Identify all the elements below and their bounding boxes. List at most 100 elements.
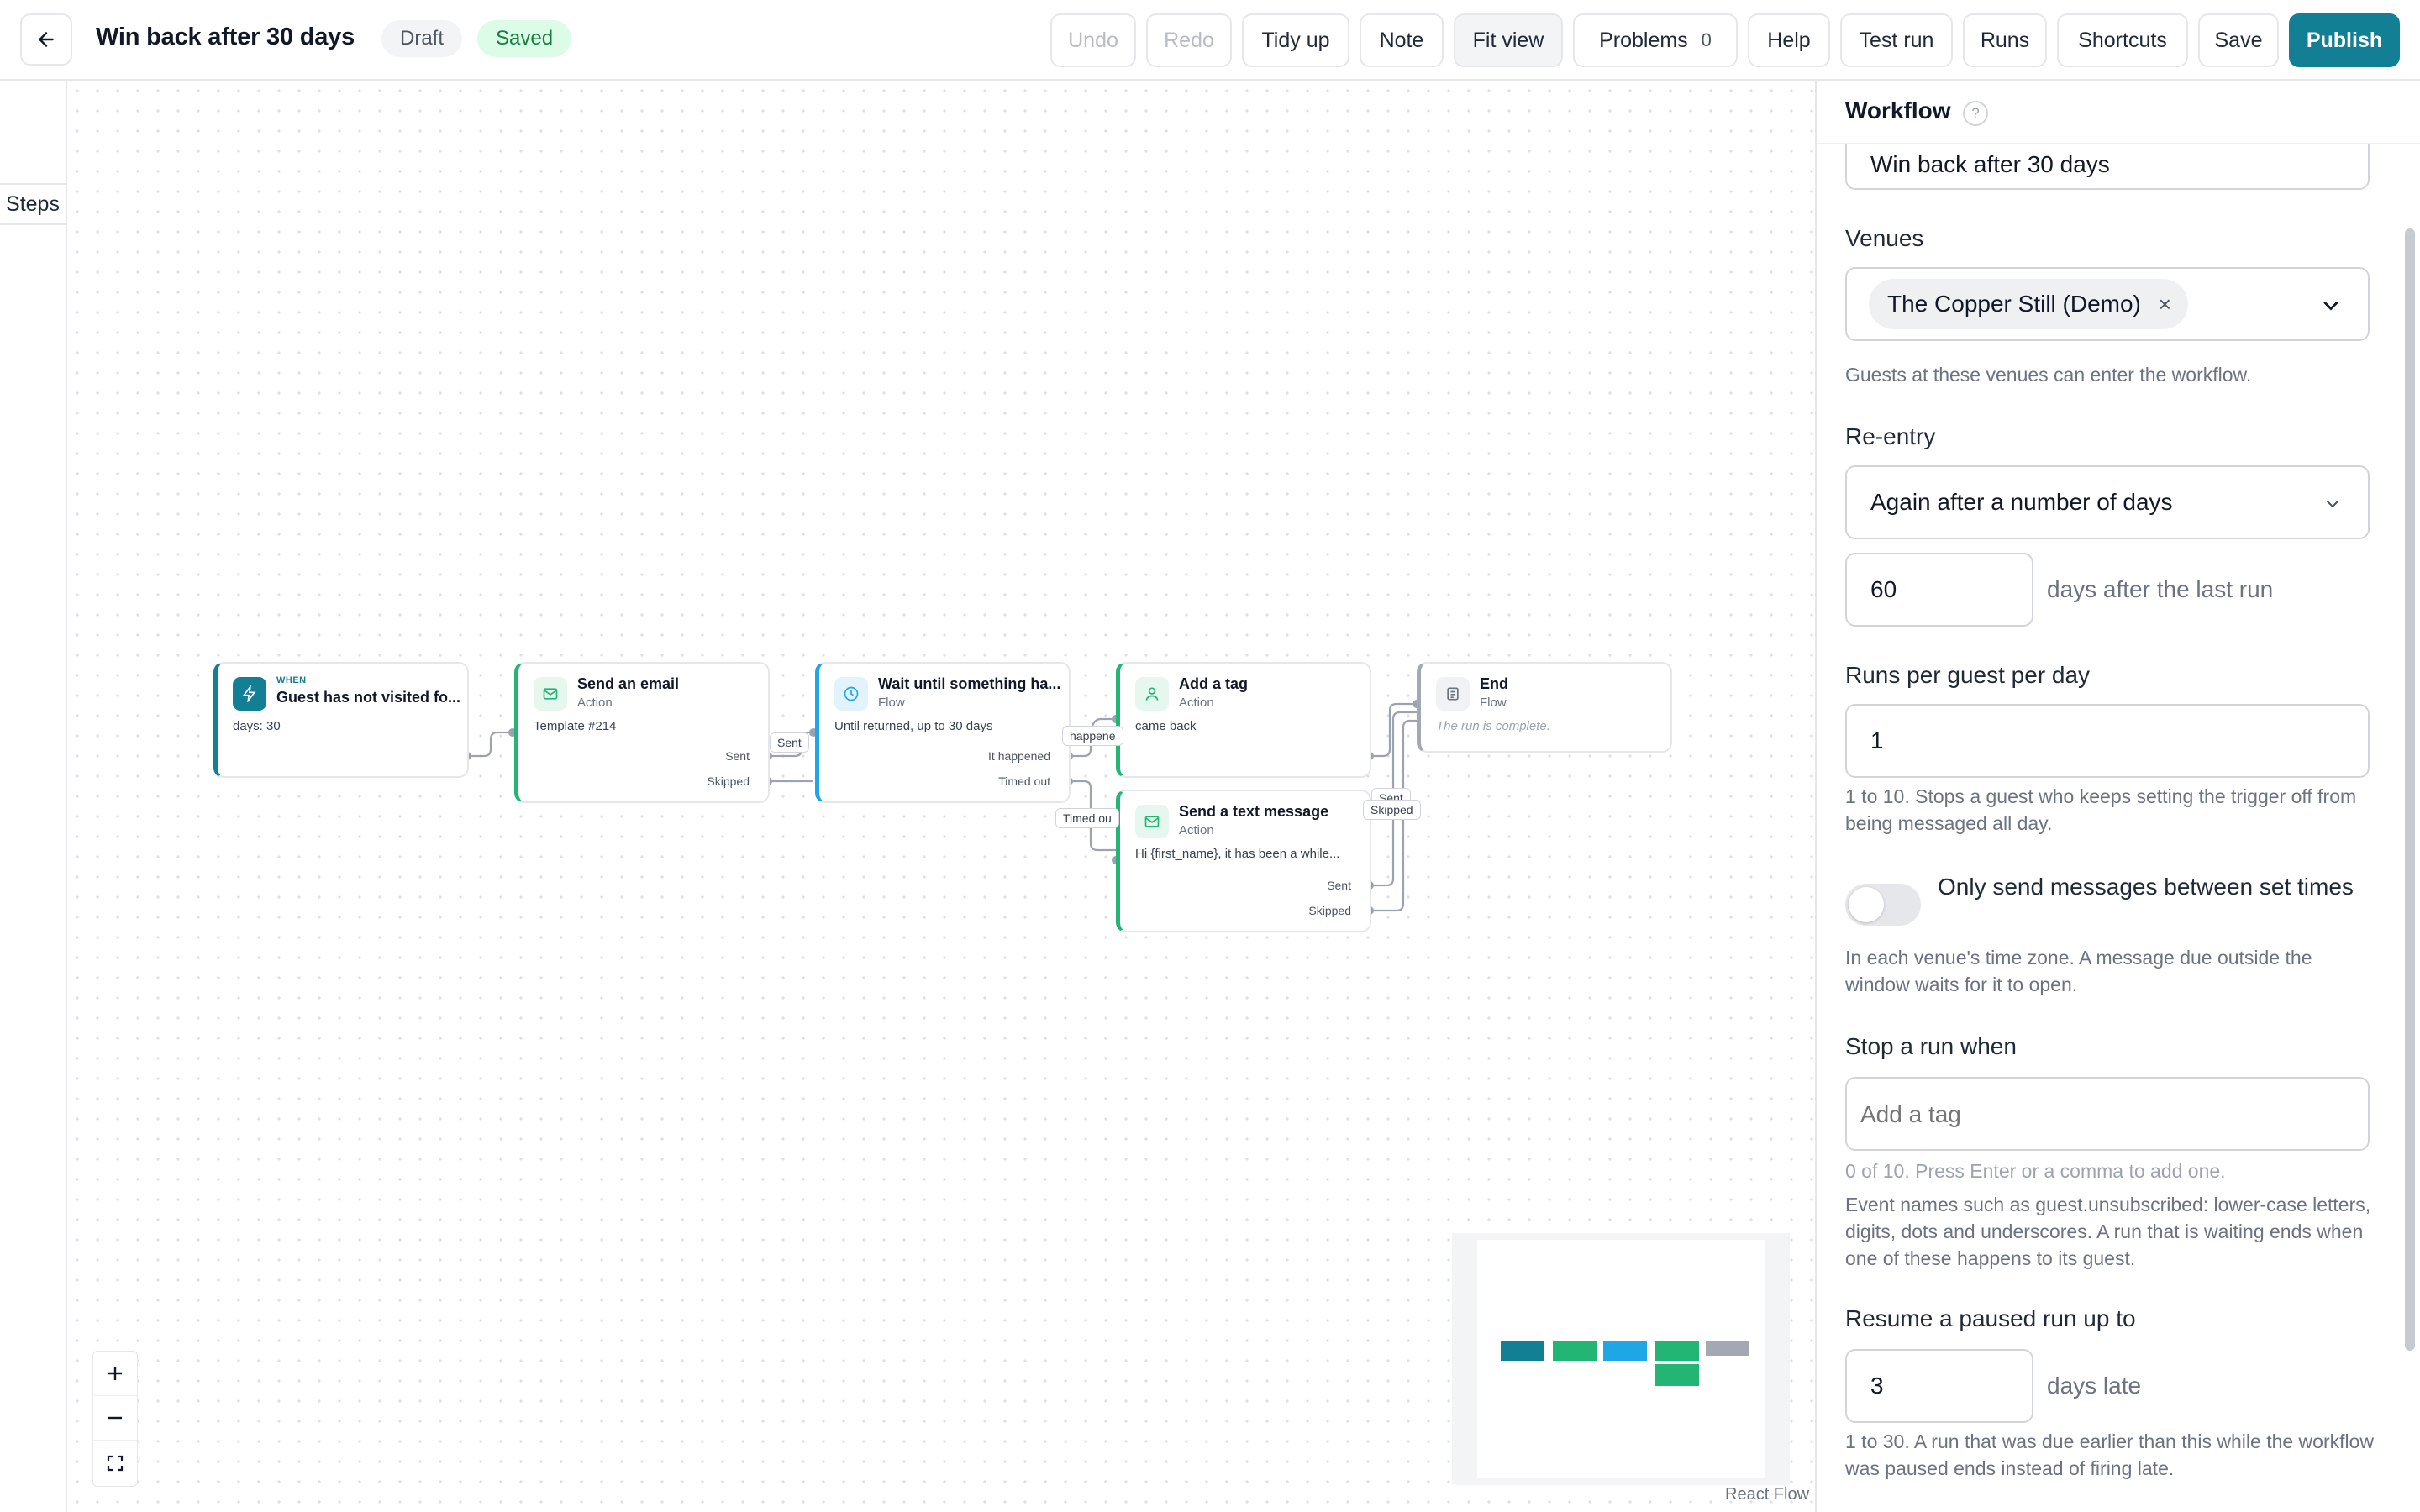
sms-type: Action [1179,823,1214,837]
stop-when-count-help: 0 of 10. Press Enter or a comma to add o… [1845,1160,2226,1182]
minimap[interactable] [1452,1233,1790,1485]
fit-screen-button[interactable] [93,1441,137,1485]
minimap-wait-node [1603,1341,1647,1361]
problems-label: Problems [1599,28,1688,52]
tag-type: Action [1179,696,1214,710]
zoom-out-button[interactable] [93,1396,137,1441]
test-run-button[interactable]: Test run [1840,13,1953,67]
problems-button[interactable]: Problems 0 [1573,13,1738,67]
back-button[interactable] [20,13,72,66]
trigger-node[interactable]: WHEN Guest has not visited fo... days: 3… [213,662,469,778]
chevron-down-icon [2327,501,2338,508]
minimap-email-node [1553,1341,1597,1361]
runs-per-day-value: 1 [1870,727,1884,753]
minimap-sms-node [1655,1364,1699,1386]
workflow-title: Win back after 30 days [96,24,355,50]
stop-when-tag-field[interactable] [1845,1077,2370,1151]
resume-help: 1 to 30. A run that was due earlier than… [1845,1431,2375,1479]
edge-label-happened[interactable]: happene [1062,726,1123,746]
steps-tab[interactable]: Steps [0,183,66,225]
runs-per-day-input[interactable]: 1 [1845,704,2370,778]
send-email-node[interactable]: Send an email Action Template #214 Sent … [514,662,770,803]
redo-button[interactable]: Redo [1146,13,1232,67]
reentry-days-input[interactable]: 60 [1845,553,2033,627]
edge-label-skipped[interactable]: Skipped [1363,800,1421,820]
email-title: Send an email [577,675,680,692]
problems-count-badge: 0 [1701,29,1712,50]
email-port-sent: Sent [725,749,750,763]
reentry-select[interactable]: Again after a number of days [1845,465,2370,539]
remove-venue-icon[interactable]: × [2159,279,2171,329]
send-sms-node[interactable]: Send a text message Action Hi {first_nam… [1116,790,1371,932]
message-icon [1135,805,1169,838]
reentry-label: Re-entry [1845,423,1936,449]
toggle-knob [1849,887,1884,922]
trigger-kicker: WHEN [276,675,307,685]
tag-body: came back [1135,719,1197,733]
sms-body: Hi {first_name}, it has been a while... [1135,847,1340,861]
venues-label: Venues [1845,225,1924,251]
mail-icon [534,677,567,711]
publish-button[interactable]: Publish [2289,13,2400,67]
wait-node[interactable]: Wait until something ha... Flow Until re… [815,662,1071,803]
workflow-name-value: Win back after 30 days [1870,151,2110,177]
trigger-body: days: 30 [233,719,281,733]
fit-view-button[interactable]: Fit view [1454,13,1563,67]
panel-scrollbar-thumb[interactable] [2405,228,2415,1351]
venues-help: Guests at these venues can enter the wor… [1845,364,2252,386]
venues-select[interactable]: The Copper Still (Demo) × [1845,267,2370,341]
reentry-days-note: days after the last run [2047,576,2274,602]
panel-scrollbar[interactable] [2403,148,2417,1509]
react-flow-attribution[interactable]: React Flow [1725,1485,1809,1504]
stop-when-tag-input[interactable] [1860,1094,2356,1136]
draft-badge: Draft [381,20,463,57]
top-bar: Win back after 30 days Draft Saved Undo … [0,0,2420,81]
end-node[interactable]: End Flow The run is complete. [1417,662,1672,753]
end-title: End [1480,675,1508,692]
plus-icon [108,1367,122,1380]
stop-when-label: Stop a run when [1845,1033,2017,1059]
help-button[interactable]: Help [1748,13,1830,67]
minimap-trigger-node [1501,1341,1544,1361]
workflow-panel: Workflow ? Win back after 30 days Venues… [1815,81,2420,1512]
arrow-left-icon [39,32,54,47]
saved-badge: Saved [477,20,572,57]
wait-port-timed-out: Timed out [998,774,1050,788]
sms-port-skipped: Skipped [1308,904,1351,917]
save-button[interactable]: Save [2198,13,2279,67]
stop-when-help: Event names such as guest.unsubscribed: … [1845,1194,2371,1269]
lightning-icon [233,677,266,711]
wait-body: Until returned, up to 30 days [834,719,993,733]
add-tag-node[interactable]: Add a tag Action came back [1116,662,1371,778]
set-times-toggle[interactable] [1845,884,1921,926]
clock-icon [834,677,868,711]
end-body: The run is complete. [1436,719,1550,733]
steps-rail: Steps [0,81,67,1512]
user-icon [1135,677,1169,711]
panel-title: Workflow [1845,97,1951,123]
shortcuts-button[interactable]: Shortcuts [2057,13,2188,67]
sms-port-sent: Sent [1327,879,1351,892]
edge-label-timed-out[interactable]: Timed ou [1055,808,1119,828]
set-times-help: In each venue's time zone. A message due… [1845,947,2312,995]
fullscreen-icon [107,1455,124,1471]
tidy-up-button[interactable]: Tidy up [1242,13,1349,67]
document-icon [1436,677,1470,711]
runs-per-day-help: 1 to 10. Stops a guest who keeps setting… [1845,785,2357,834]
email-type: Action [577,696,613,710]
set-times-label: Only send messages between set times [1938,874,2354,900]
wait-type: Flow [878,696,905,710]
minimap-end-node [1706,1341,1749,1356]
tag-title: Add a tag [1179,675,1249,692]
zoom-in-button[interactable] [93,1352,137,1396]
edge-label-sent[interactable]: Sent [770,732,809,753]
wait-port-happened: It happened [988,749,1050,763]
resume-days-input[interactable]: 3 [1845,1349,2033,1423]
help-icon[interactable]: ? [1963,101,1988,126]
undo-button[interactable]: Undo [1050,13,1136,67]
minus-icon [108,1416,122,1420]
runs-button[interactable]: Runs [1963,13,2047,67]
panel-header: Workflow ? [1817,81,2420,144]
workflow-canvas[interactable]: WHEN Guest has not visited fo... days: 3… [67,81,1815,1512]
note-button[interactable]: Note [1360,13,1444,67]
